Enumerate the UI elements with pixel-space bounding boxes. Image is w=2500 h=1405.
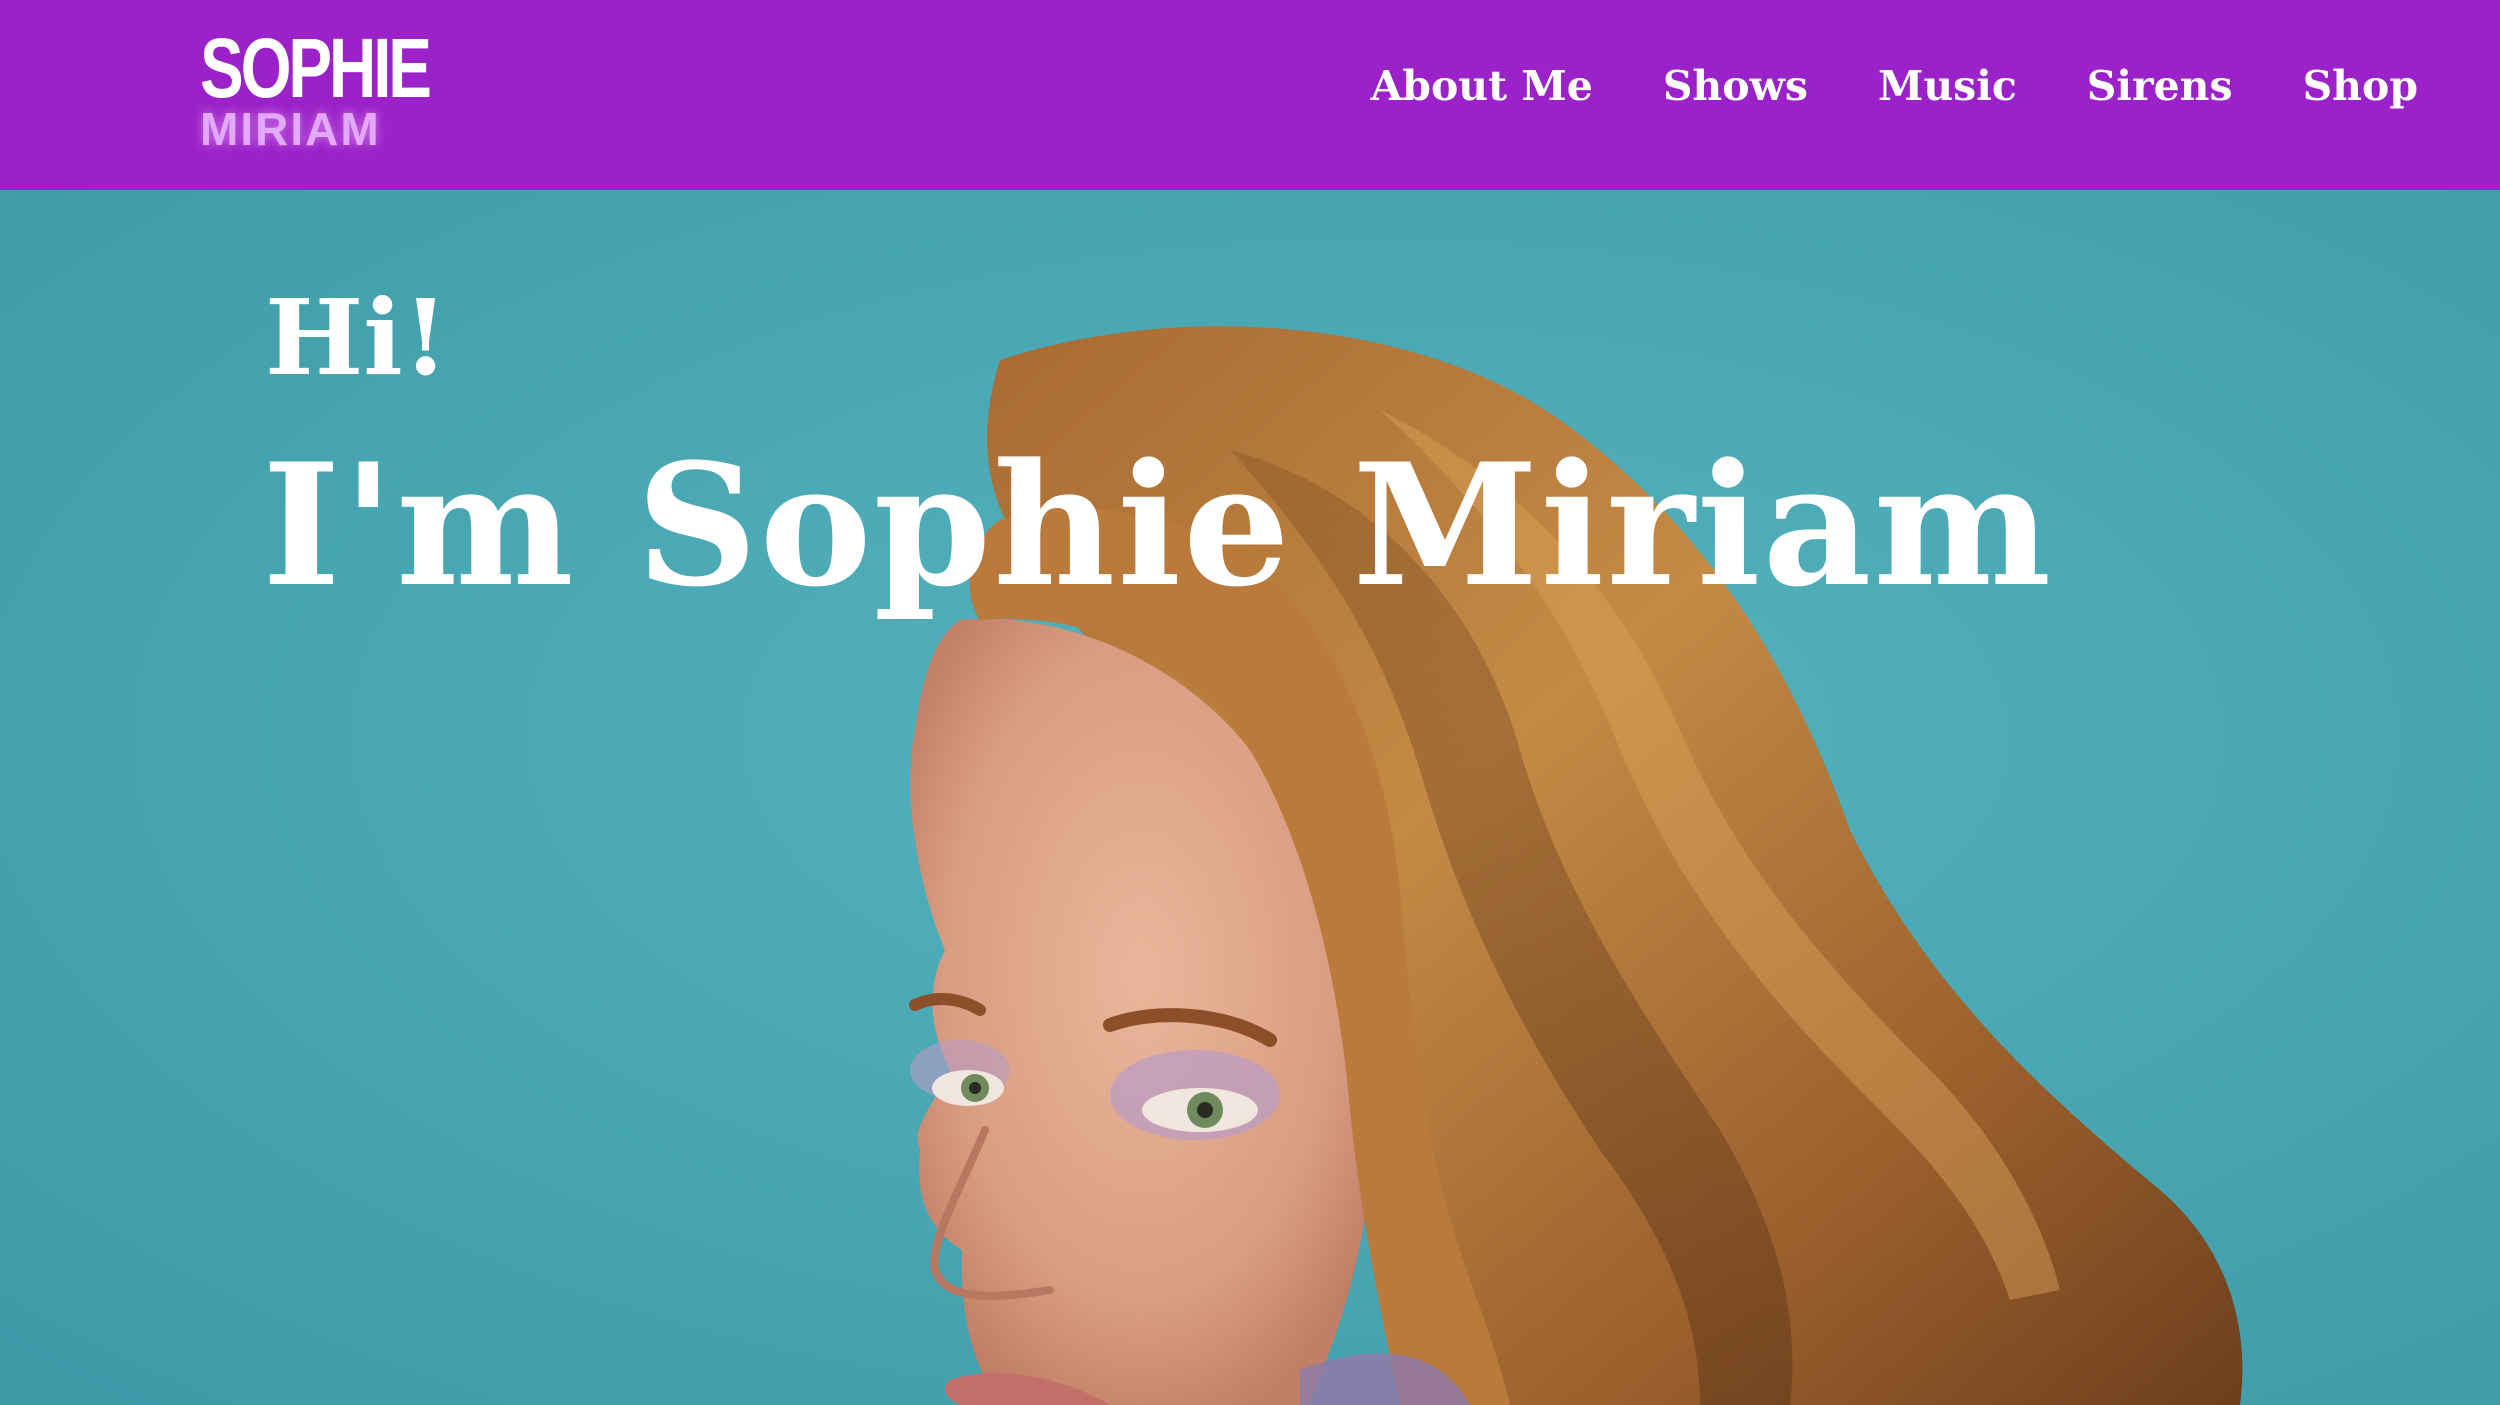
nav-link-sirens[interactable]: Sirens (2087, 58, 2233, 114)
site-header: SOPHIE MIRIAM About Me Shows Music Siren… (0, 0, 2500, 190)
main-nav: About Me Shows Music Sirens Shop (1300, 58, 2418, 114)
page: SOPHIE MIRIAM About Me Shows Music Siren… (0, 0, 2500, 1405)
nav-link-shows[interactable]: Shows (1663, 58, 1808, 114)
hero-section: Hi! I'm Sophie Miriam (0, 190, 2500, 1405)
logo-line-1: SOPHIE (200, 21, 432, 115)
nav-link-about-me[interactable]: About Me (1370, 58, 1592, 114)
nav-link-shop[interactable]: Shop (2303, 58, 2418, 114)
site-logo[interactable]: SOPHIE MIRIAM (200, 26, 432, 152)
nav-link-music[interactable]: Music (1878, 58, 2017, 114)
hero-headline: I'm Sophie Miriam (262, 426, 2054, 624)
hero-greeting: Hi! (265, 276, 449, 399)
logo-line-2: MIRIAM (200, 103, 381, 155)
